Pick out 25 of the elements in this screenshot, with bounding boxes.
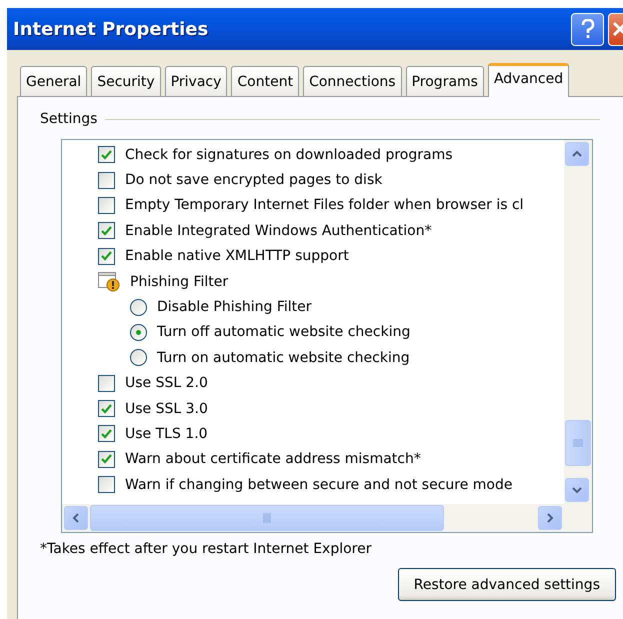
window-title: Internet Properties	[13, 18, 210, 40]
setting-label: Use SSL 3.0	[125, 400, 208, 417]
setting-label: Use SSL 2.0	[125, 375, 208, 392]
group-label: Settings	[40, 111, 98, 127]
setting-label: Check for signatures on downloaded programs	[125, 146, 452, 163]
setting-label: Empty Temporary Internet Files folder when browser is cl	[125, 197, 524, 214]
setting-label: Disable Phishing Filter	[157, 299, 312, 316]
tab[interactable]: General	[20, 66, 88, 96]
setting-label: Use TLS 1.0	[125, 426, 208, 442]
tab[interactable]: Programs	[406, 66, 484, 96]
setting-label: Warn about certificate address mismatch*	[125, 451, 421, 468]
tab[interactable]: Content	[231, 66, 300, 96]
setting-label: Enable native XMLHTTP support	[125, 248, 349, 264]
tab[interactable]: Privacy	[164, 66, 228, 96]
tab[interactable]: Advanced	[488, 63, 570, 97]
footnote: *Takes effect after you restart Internet Explorer	[40, 541, 372, 557]
setting-label: Do not save encrypted pages to disk	[125, 172, 382, 188]
setting-label: Turn off automatic website checking	[157, 324, 410, 340]
tab[interactable]: Connections	[303, 66, 402, 96]
setting-label: Enable Integrated Windows Authentication*	[125, 222, 432, 239]
group-label: Phishing Filter	[130, 274, 228, 290]
restore-button[interactable]: Restore advanced settings	[398, 568, 616, 601]
setting-label: Warn if changing between secure and not secure mode	[125, 476, 512, 493]
setting-label: Turn on automatic website checking	[157, 350, 410, 366]
tab[interactable]: Security	[91, 66, 161, 96]
